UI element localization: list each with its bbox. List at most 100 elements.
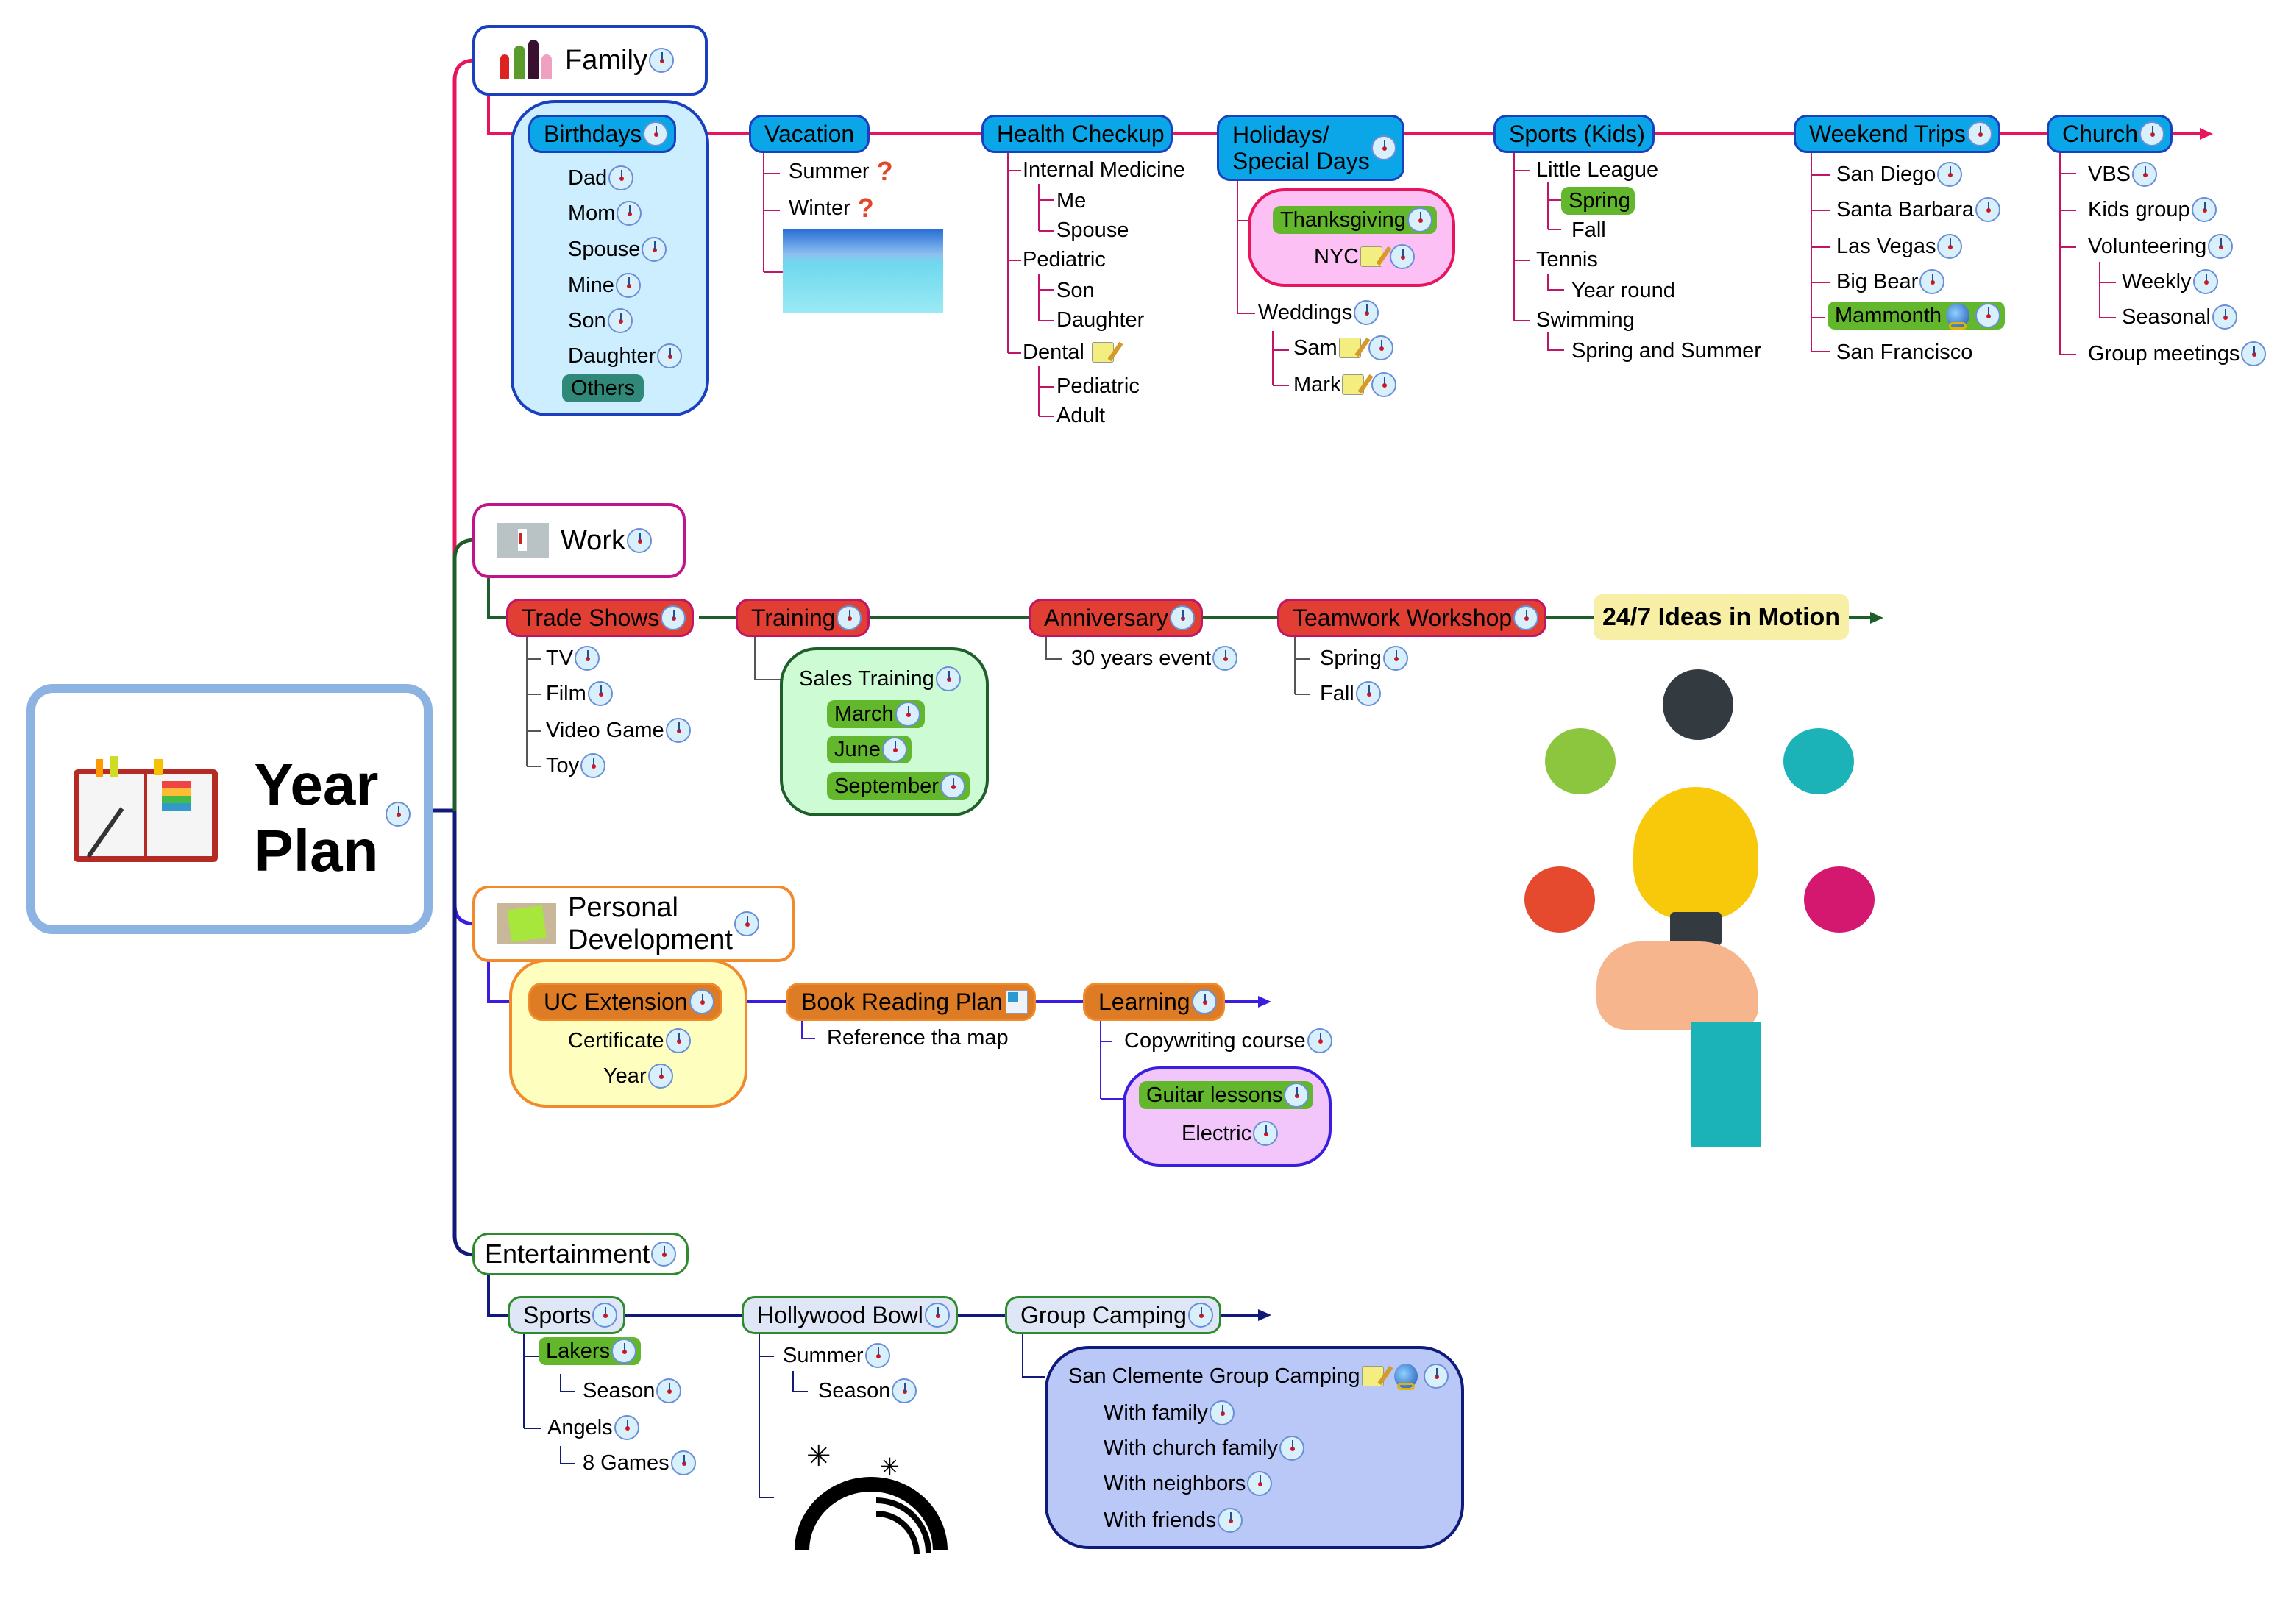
clock-icon[interactable] (1284, 1083, 1310, 1108)
clock-icon[interactable] (661, 605, 686, 630)
list-item[interactable]: With friends (1104, 1508, 1243, 1533)
list-item[interactable]: Season (818, 1378, 917, 1403)
clock-icon[interactable] (2139, 121, 2165, 146)
list-item[interactable]: Weddings (1258, 300, 1379, 325)
clock-icon[interactable] (1355, 681, 1381, 706)
clock-icon[interactable] (1191, 989, 1217, 1014)
list-item[interactable]: September (827, 772, 970, 800)
clock-icon[interactable] (651, 1242, 677, 1267)
clock-icon[interactable] (2241, 341, 2267, 366)
list-item[interactable]: Seasonal (2122, 304, 2237, 330)
list-item[interactable]: Sam (1293, 335, 1393, 360)
list-item[interactable]: Big Bear (1836, 269, 1945, 294)
list-item[interactable]: Me (1056, 188, 1086, 213)
list-item[interactable]: Mark (1293, 372, 1397, 397)
list-item[interactable]: Dental (1023, 340, 1114, 365)
list-item[interactable]: Pediatric (1056, 374, 1140, 399)
clock-icon[interactable] (1279, 1436, 1304, 1461)
clock-icon[interactable] (1937, 234, 1963, 259)
list-item[interactable]: Adult (1056, 403, 1105, 428)
list-item[interactable]: With neighbors (1104, 1471, 1273, 1496)
list-item[interactable]: With family (1104, 1400, 1235, 1425)
clock-icon[interactable] (1390, 244, 1416, 269)
clock-icon[interactable] (670, 1450, 696, 1475)
note-icon[interactable] (1342, 374, 1365, 395)
clock-icon[interactable] (643, 121, 669, 146)
list-item[interactable]: 30 years event (1071, 646, 1238, 671)
list-item[interactable]: Spring and Summer (1571, 338, 1761, 363)
clock-icon[interactable] (617, 201, 642, 226)
list-item[interactable]: Season (583, 1378, 682, 1403)
clock-icon[interactable] (1371, 135, 1396, 160)
list-item[interactable]: Year round (1571, 278, 1675, 303)
list-item[interactable]: Angels (547, 1415, 639, 1440)
list-item[interactable]: Toy (546, 753, 606, 778)
clock-icon[interactable] (1169, 605, 1195, 630)
clock-icon[interactable] (575, 646, 600, 671)
topic-hollywood-bowl[interactable]: Hollywood Bowl (742, 1296, 958, 1334)
clock-icon[interactable] (935, 666, 961, 691)
clock-icon[interactable] (657, 343, 683, 368)
topic-weekend-trips[interactable]: Weekend Trips (1794, 115, 2000, 153)
attachment-icon[interactable] (1005, 990, 1028, 1014)
list-item[interactable]: Little League (1536, 157, 1658, 182)
clock-icon[interactable] (1209, 1400, 1235, 1425)
clock-icon[interactable] (1423, 1364, 1449, 1389)
list-item[interactable]: NYC (1314, 244, 1416, 269)
clock-icon[interactable] (2212, 304, 2237, 330)
clock-icon[interactable] (1919, 269, 1945, 294)
main-topic-personal-development[interactable]: Personal Development (472, 886, 795, 962)
topic-group-camping[interactable]: Group Camping (1005, 1296, 1221, 1334)
list-item[interactable]: 8 Games (583, 1450, 696, 1475)
list-item[interactable]: Certificate (568, 1028, 691, 1053)
clock-icon[interactable] (2191, 197, 2217, 222)
topic-church[interactable]: Church (2047, 115, 2173, 153)
topic-learning[interactable]: Learning (1083, 983, 1225, 1021)
list-item[interactable]: Summer (783, 1343, 890, 1368)
list-item[interactable]: Swimming (1536, 307, 1635, 332)
list-item[interactable]: Spring (1320, 646, 1408, 671)
list-item[interactable]: Son (1056, 278, 1095, 303)
clock-icon[interactable] (837, 605, 862, 630)
list-item[interactable]: Sales Training (799, 666, 961, 691)
clock-icon[interactable] (1218, 1508, 1243, 1533)
clock-icon[interactable] (881, 737, 907, 762)
list-item-lakers[interactable]: Lakers (539, 1337, 642, 1365)
clock-icon[interactable] (1354, 300, 1379, 325)
list-item[interactable]: June (827, 736, 912, 763)
clock-icon[interactable] (592, 1303, 618, 1328)
list-item[interactable]: Copywriting course (1124, 1028, 1332, 1053)
list-item[interactable]: San Francisco (1836, 340, 1972, 365)
clock-icon[interactable] (864, 1343, 890, 1368)
clock-icon[interactable] (647, 1064, 673, 1089)
clock-icon[interactable] (1975, 303, 2001, 328)
list-item[interactable]: Kids group (2088, 197, 2217, 222)
list-item[interactable]: Year (603, 1064, 673, 1089)
list-item[interactable]: Spouse (1056, 218, 1129, 243)
clock-icon[interactable] (1937, 162, 1963, 187)
list-item[interactable]: Fall (1320, 681, 1381, 706)
list-item[interactable]: Internal Medicine (1023, 157, 1185, 182)
list-item-thanksgiving[interactable]: Thanksgiving (1273, 206, 1437, 234)
central-topic[interactable]: Year Plan (26, 684, 433, 934)
list-item[interactable]: Volunteering (2088, 234, 2234, 259)
clock-icon[interactable] (580, 753, 606, 778)
list-item[interactable]: Daughter (568, 338, 683, 374)
clock-icon[interactable] (648, 48, 674, 73)
list-item[interactable]: Son (568, 303, 682, 338)
clock-icon[interactable] (626, 528, 652, 553)
clock-icon[interactable] (665, 1028, 691, 1053)
clock-icon[interactable] (1407, 207, 1432, 232)
clock-icon[interactable] (689, 989, 714, 1014)
clock-icon[interactable] (386, 802, 411, 827)
clock-icon[interactable] (895, 702, 920, 727)
list-item[interactable]: Daughter (1056, 307, 1144, 332)
clock-icon[interactable] (1975, 197, 2001, 222)
clock-icon[interactable] (665, 718, 691, 743)
note-icon[interactable] (1091, 342, 1114, 363)
clock-icon[interactable] (892, 1378, 917, 1403)
list-item[interactable]: Reference tha map (827, 1025, 1009, 1050)
list-item[interactable]: Winter? (789, 195, 874, 221)
clock-icon[interactable] (615, 273, 641, 298)
list-item[interactable]: Video Game (546, 718, 691, 743)
